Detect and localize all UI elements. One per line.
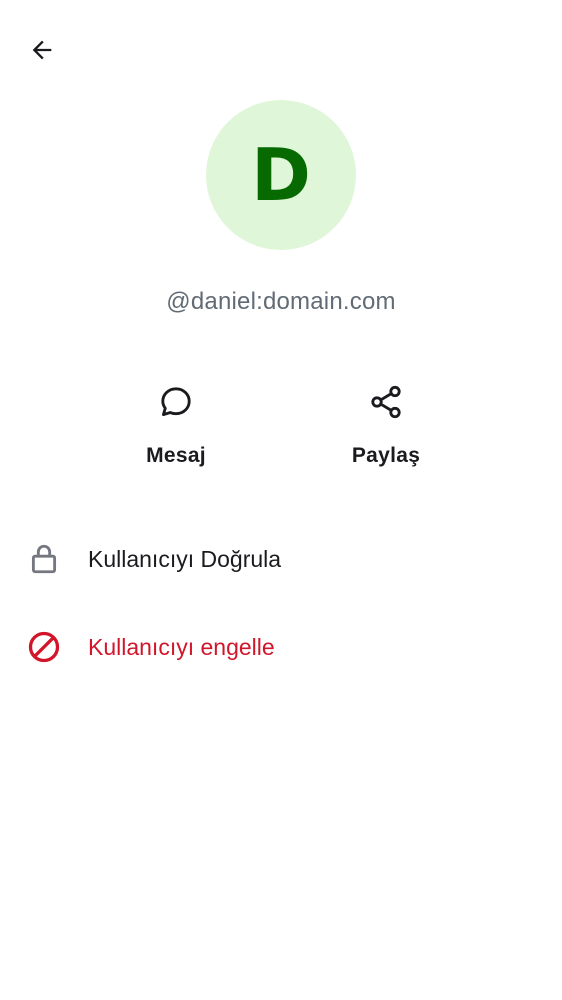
verify-user-label: Kullanıcıyı Doğrula	[88, 545, 282, 572]
user-id: @daniel:domain.com	[166, 288, 396, 315]
avatar: D	[206, 100, 356, 250]
message-label: Mesaj	[146, 444, 206, 467]
share-button[interactable]: Paylaş	[326, 378, 446, 478]
share-label: Paylaş	[351, 444, 421, 467]
block-user-label: Kullanıcıyı engelle	[88, 633, 275, 660]
share-icon	[362, 378, 410, 426]
verify-user-item[interactable]: Kullanıcıyı Doğrula	[0, 519, 562, 599]
back-button[interactable]	[20, 28, 64, 72]
message-button[interactable]: Mesaj	[116, 378, 236, 478]
arrow-left-icon	[32, 40, 52, 60]
block-icon	[22, 625, 66, 669]
lock-icon	[22, 537, 66, 581]
chat-bubble-icon	[152, 378, 200, 426]
block-user-item[interactable]: Kullanıcıyı engelle	[0, 607, 562, 687]
avatar-initial: D	[251, 133, 311, 217]
